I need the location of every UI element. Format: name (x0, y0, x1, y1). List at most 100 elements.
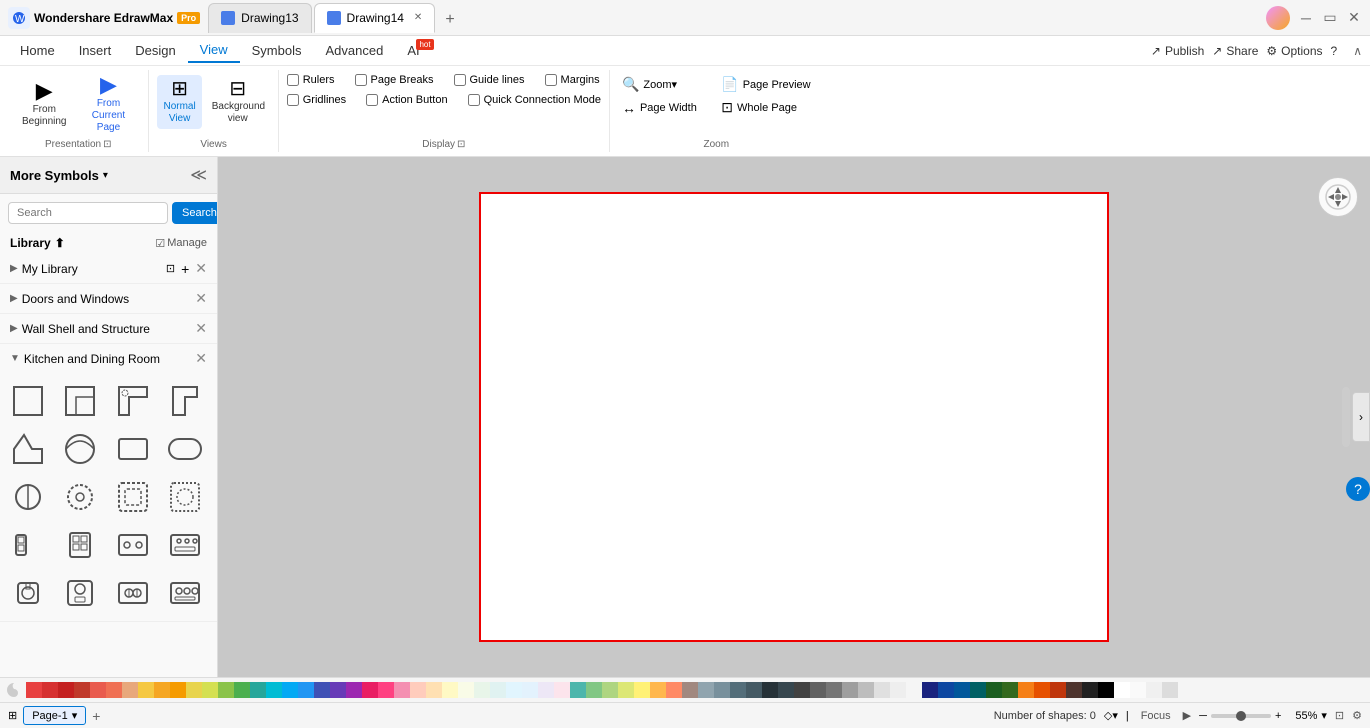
settings-button[interactable]: ⚙ (1352, 709, 1362, 722)
tab-home[interactable]: Home (8, 39, 67, 62)
page-width-button[interactable]: ↔ Page Width (618, 97, 715, 118)
shape-20[interactable] (163, 571, 207, 615)
color-swatch-33[interactable] (554, 682, 570, 698)
drawing-canvas[interactable] (479, 192, 1109, 642)
color-swatch-69[interactable] (1130, 682, 1146, 698)
color-swatch-71[interactable] (1162, 682, 1178, 698)
color-swatch-21[interactable] (362, 682, 378, 698)
page-breaks-checkbox[interactable] (355, 74, 367, 86)
maximize-button[interactable]: ▭ (1322, 10, 1338, 26)
color-swatch-65[interactable] (1066, 682, 1082, 698)
action-button-check[interactable]: Action Button (366, 94, 447, 106)
color-swatch-24[interactable] (410, 682, 426, 698)
color-swatch-14[interactable] (250, 682, 266, 698)
zoom-button[interactable]: 🔍 Zoom▾ (618, 74, 715, 95)
color-swatch-11[interactable] (202, 682, 218, 698)
shape-5[interactable] (6, 427, 50, 471)
ribbon-collapse-button[interactable]: ∧ (1353, 44, 1362, 58)
help-button[interactable]: ? (1331, 44, 1338, 58)
view-toggle-icon[interactable]: ⊞ (8, 709, 17, 722)
color-swatch-25[interactable] (426, 682, 442, 698)
publish-button[interactable]: ↗ Publish (1151, 44, 1204, 58)
library-expand-icon[interactable]: ⬆ (55, 236, 65, 250)
shape-9[interactable] (6, 475, 50, 519)
color-swatch-51[interactable] (842, 682, 858, 698)
color-swatch-58[interactable] (954, 682, 970, 698)
tab-drawing13[interactable]: Drawing13 (208, 3, 311, 33)
quick-connection-checkbox[interactable] (468, 94, 480, 106)
color-swatch-6[interactable] (122, 682, 138, 698)
add-page-button[interactable]: + (92, 708, 100, 724)
zoom-in-button[interactable]: + (1275, 710, 1281, 722)
section-my-library-close[interactable]: ✕ (195, 260, 207, 277)
color-swatch-60[interactable] (986, 682, 1002, 698)
tab-add-button[interactable]: + (437, 7, 462, 33)
shape-8[interactable] (163, 427, 207, 471)
page-tab[interactable]: Page-1 ▾ (23, 706, 86, 725)
color-swatch-41[interactable] (682, 682, 698, 698)
shape-12[interactable] (163, 475, 207, 519)
shape-6[interactable] (58, 427, 102, 471)
normal-view-button[interactable]: ⊞ NormalView (157, 75, 201, 129)
play-button[interactable]: ▶ (1183, 709, 1191, 722)
background-view-button[interactable]: ⊟ Backgroundview (206, 75, 270, 129)
action-button-checkbox[interactable] (366, 94, 378, 106)
zoom-percentage[interactable]: 55% (1285, 710, 1317, 722)
color-swatch-7[interactable] (138, 682, 154, 698)
from-current-page-button[interactable]: ▶ From CurrentPage (76, 70, 140, 138)
color-swatch-36[interactable] (602, 682, 618, 698)
color-swatch-28[interactable] (474, 682, 490, 698)
color-swatch-4[interactable] (90, 682, 106, 698)
shape-style-icon[interactable]: ◇▾ (1104, 709, 1118, 722)
guide-lines-check[interactable]: Guide lines (454, 74, 525, 86)
color-swatch-29[interactable] (490, 682, 506, 698)
zoom-slider-thumb[interactable] (1236, 711, 1246, 721)
shape-16[interactable] (163, 523, 207, 567)
navigation-circle[interactable] (1318, 177, 1358, 217)
section-doors-windows-header[interactable]: ▶ Doors and Windows ✕ (0, 284, 217, 313)
color-swatch-49[interactable] (810, 682, 826, 698)
shape-14[interactable] (58, 523, 102, 567)
gridlines-checkbox[interactable] (287, 94, 299, 106)
shape-15[interactable] (111, 523, 155, 567)
section-wall-shell-header[interactable]: ▶ Wall Shell and Structure ✕ (0, 314, 217, 343)
color-swatch-19[interactable] (330, 682, 346, 698)
panel-dropdown-icon[interactable]: ▾ (103, 170, 108, 181)
page-tab-dropdown-icon[interactable]: ▾ (72, 709, 78, 722)
options-button[interactable]: ⚙ Options (1266, 44, 1322, 58)
gridlines-check[interactable]: Gridlines (287, 94, 346, 106)
my-library-add-icon[interactable]: + (181, 261, 189, 277)
close-button[interactable]: ✕ (1346, 10, 1362, 26)
color-swatch-43[interactable] (714, 682, 730, 698)
section-doors-close[interactable]: ✕ (195, 290, 207, 307)
rulers-checkbox[interactable] (287, 74, 299, 86)
color-swatch-52[interactable] (858, 682, 874, 698)
color-swatch-1[interactable] (42, 682, 58, 698)
color-swatch-64[interactable] (1050, 682, 1066, 698)
tab-ai[interactable]: AIhot (395, 39, 431, 62)
color-swatch-57[interactable] (938, 682, 954, 698)
color-swatch-39[interactable] (650, 682, 666, 698)
zoom-slider[interactable] (1211, 714, 1271, 718)
color-swatch-50[interactable] (826, 682, 842, 698)
tab-symbols[interactable]: Symbols (240, 39, 314, 62)
shape-10[interactable] (58, 475, 102, 519)
zoom-dropdown-icon[interactable]: ▾ (1321, 709, 1327, 722)
color-swatch-32[interactable] (538, 682, 554, 698)
palette-picker-icon[interactable] (4, 680, 24, 700)
color-swatch-9[interactable] (170, 682, 186, 698)
margins-checkbox[interactable] (545, 74, 557, 86)
manage-button[interactable]: ☑ Manage (155, 237, 207, 250)
vertical-scrollbar[interactable] (1342, 387, 1350, 447)
section-kitchen-close[interactable]: ✕ (195, 350, 207, 367)
color-swatch-34[interactable] (570, 682, 586, 698)
color-swatch-70[interactable] (1146, 682, 1162, 698)
color-swatch-27[interactable] (458, 682, 474, 698)
section-kitchen-header[interactable]: ▼ Kitchen and Dining Room ✕ (0, 344, 217, 373)
from-beginning-button[interactable]: ▶ FromBeginning (16, 76, 72, 132)
color-swatch-38[interactable] (634, 682, 650, 698)
color-swatch-8[interactable] (154, 682, 170, 698)
tab-drawing14-close[interactable]: ✕ (414, 12, 422, 23)
tab-advanced[interactable]: Advanced (313, 39, 395, 62)
shape-18[interactable] (58, 571, 102, 615)
